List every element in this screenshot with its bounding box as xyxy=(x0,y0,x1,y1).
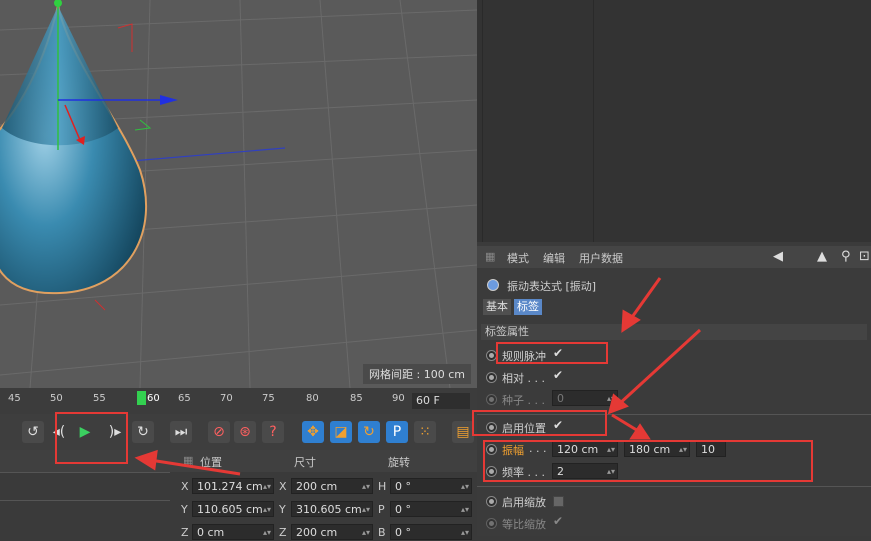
annotation-arrows xyxy=(134,277,702,476)
